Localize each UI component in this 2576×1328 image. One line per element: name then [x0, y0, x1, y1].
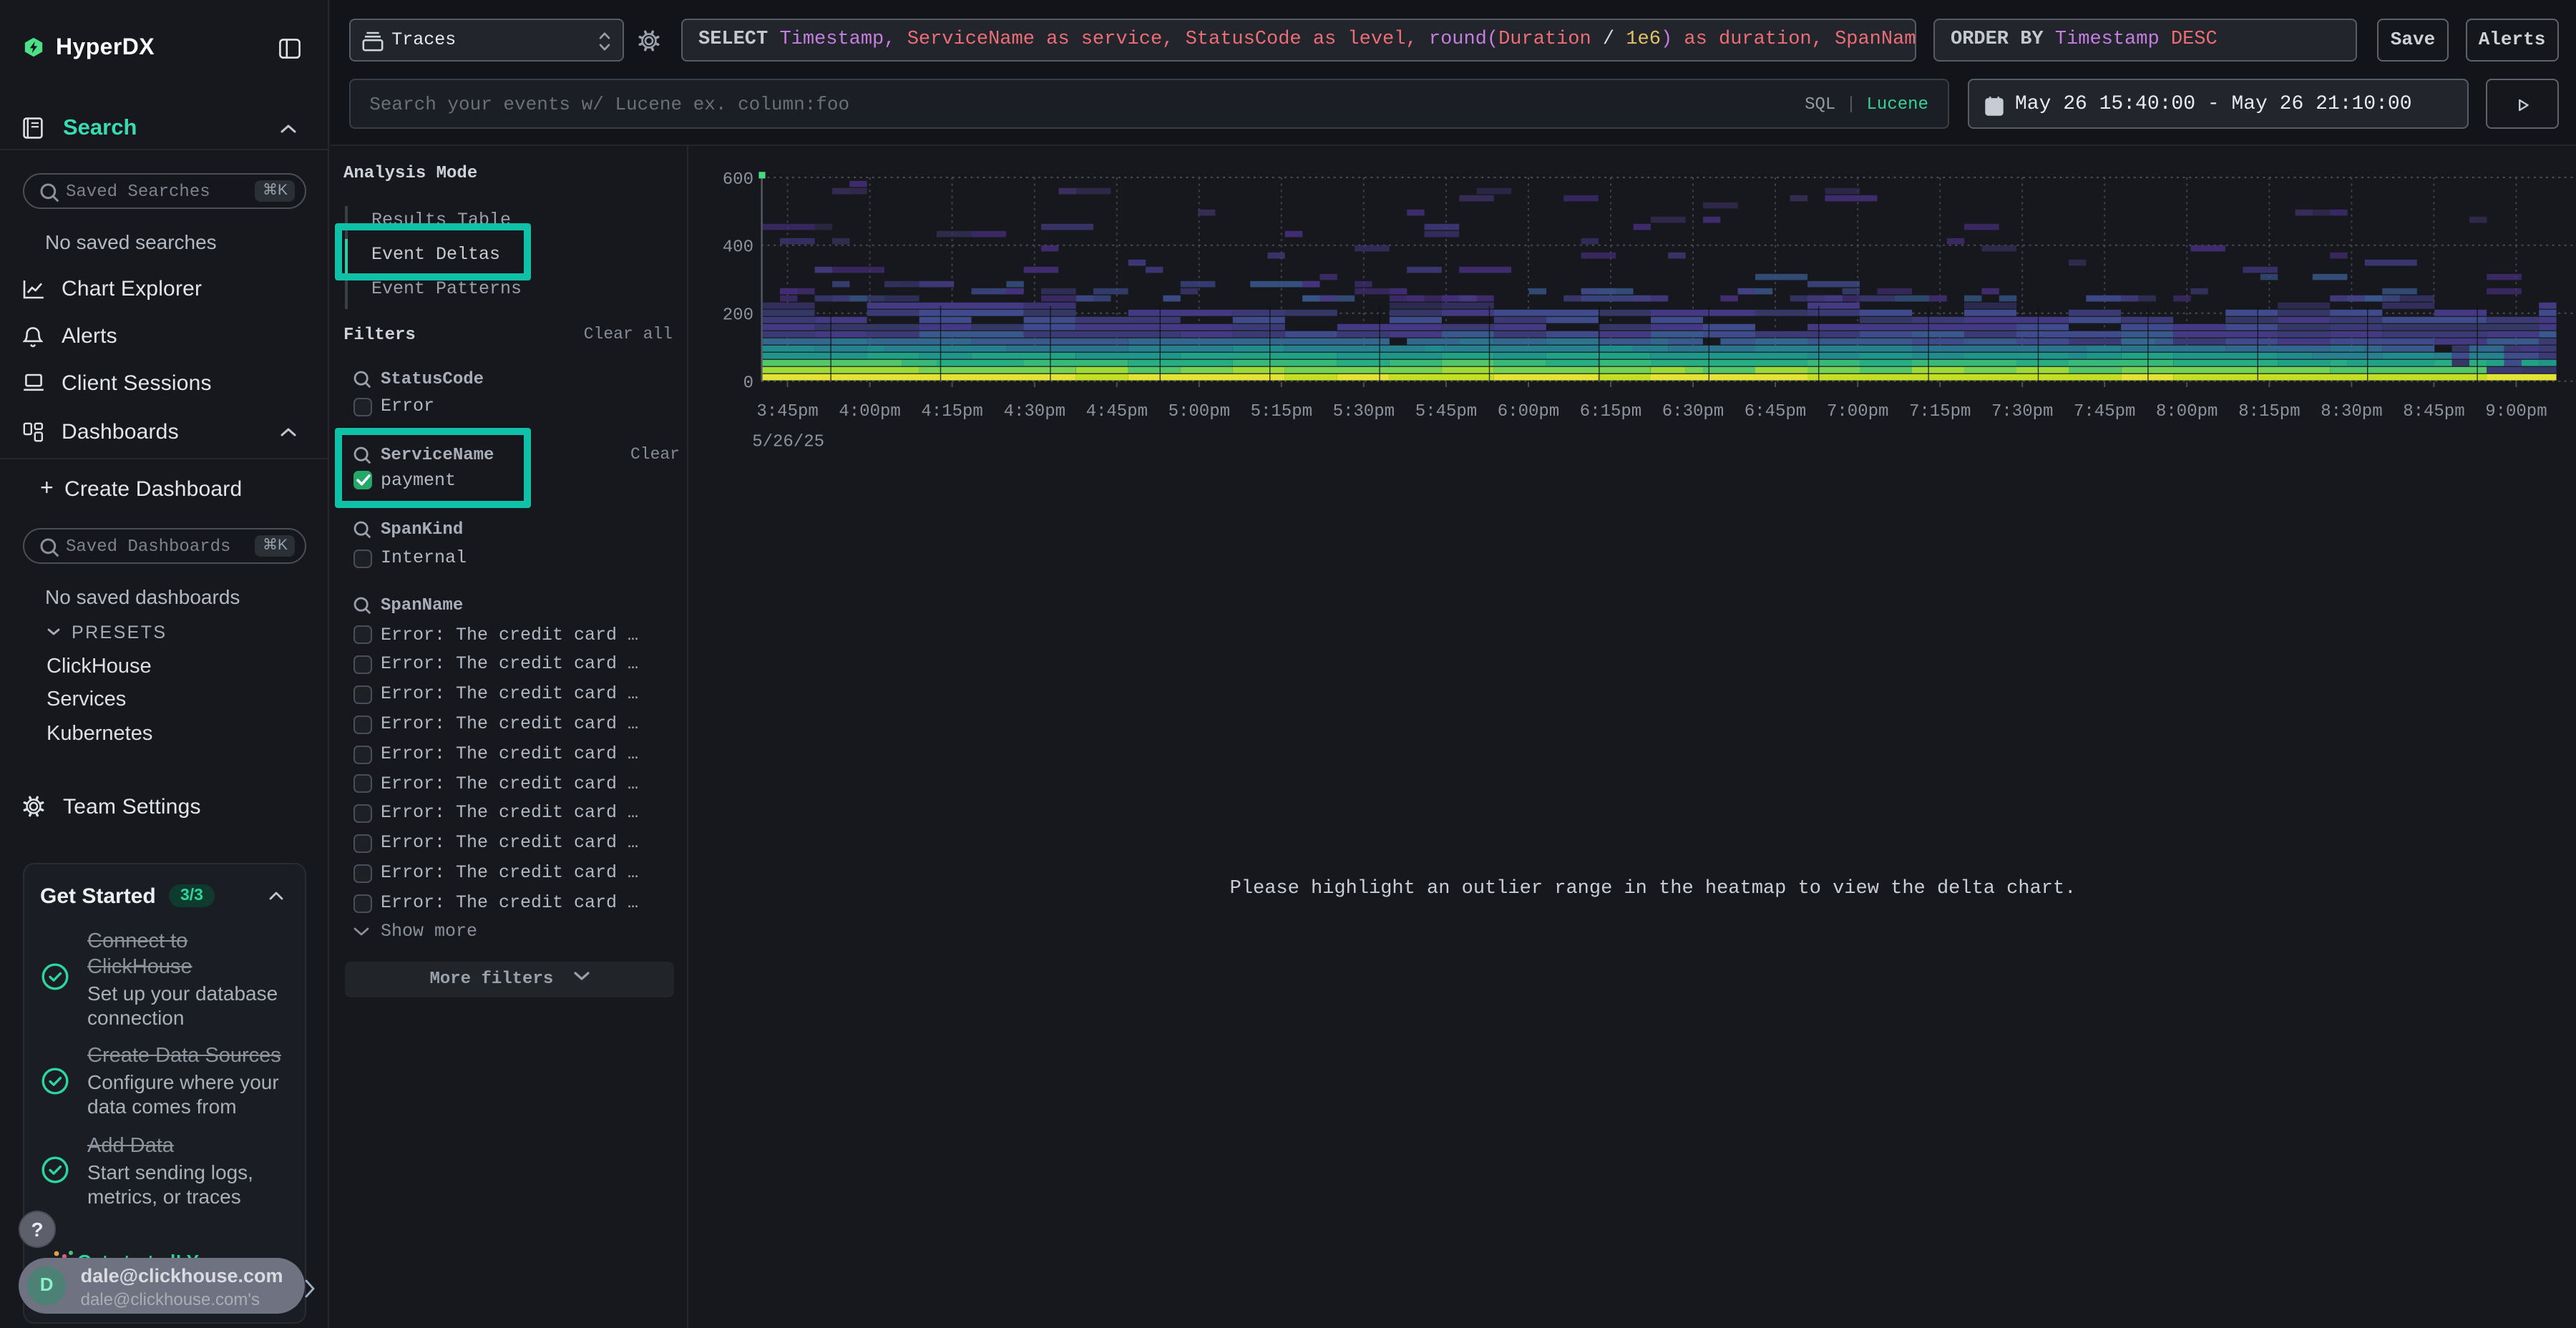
svg-text:9:00pm: 9:00pm: [2485, 402, 2547, 421]
svg-text:7:30pm: 7:30pm: [1991, 402, 2053, 421]
svg-text:3:45pm: 3:45pm: [756, 402, 818, 421]
svg-text:5/26/25: 5/26/25: [752, 433, 824, 452]
svg-text:200: 200: [723, 306, 753, 326]
svg-text:6:45pm: 6:45pm: [1745, 402, 1806, 421]
svg-text:8:00pm: 8:00pm: [2156, 402, 2218, 421]
svg-text:7:00pm: 7:00pm: [1827, 402, 1888, 421]
svg-text:0: 0: [743, 374, 753, 394]
svg-text:4:15pm: 4:15pm: [921, 402, 982, 421]
svg-text:5:15pm: 5:15pm: [1251, 402, 1312, 421]
svg-text:5:30pm: 5:30pm: [1333, 402, 1395, 421]
svg-text:600: 600: [723, 170, 753, 190]
svg-text:7:45pm: 7:45pm: [2074, 402, 2135, 421]
svg-text:8:30pm: 8:30pm: [2321, 402, 2382, 421]
svg-text:5:45pm: 5:45pm: [1415, 402, 1477, 421]
svg-text:4:00pm: 4:00pm: [839, 402, 900, 421]
svg-text:7:15pm: 7:15pm: [1909, 402, 1971, 421]
svg-text:400: 400: [723, 238, 753, 258]
svg-text:8:45pm: 8:45pm: [2403, 402, 2464, 421]
svg-text:4:30pm: 4:30pm: [1004, 402, 1065, 421]
svg-text:5:00pm: 5:00pm: [1169, 402, 1230, 421]
svg-text:8:15pm: 8:15pm: [2238, 402, 2300, 421]
svg-text:6:15pm: 6:15pm: [1580, 402, 1641, 421]
svg-text:6:30pm: 6:30pm: [1662, 402, 1724, 421]
svg-text:4:45pm: 4:45pm: [1086, 402, 1148, 421]
svg-text:6:00pm: 6:00pm: [1498, 402, 1559, 421]
